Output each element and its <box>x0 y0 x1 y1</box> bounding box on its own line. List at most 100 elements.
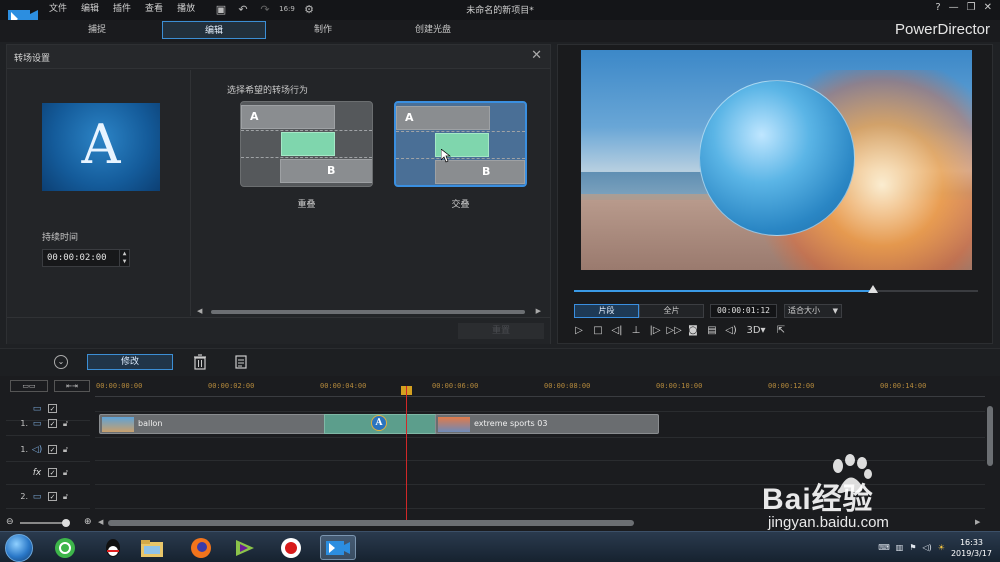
undock-icon[interactable]: ⇱ <box>774 323 788 337</box>
menu-playback[interactable]: 播放 <box>177 2 203 16</box>
transition-badge[interactable]: A <box>371 415 387 431</box>
split-marker-icon[interactable]: ⊥ <box>629 323 643 337</box>
menu-edit[interactable]: 编辑 <box>81 2 107 16</box>
clip-label: extreme sports 03 <box>474 419 548 428</box>
trash-icon[interactable] <box>193 354 207 370</box>
powerdirector-taskbar-icon[interactable] <box>320 535 356 560</box>
lock-icon[interactable]: 🔓︎ <box>61 419 70 429</box>
lock-icon[interactable]: 🔓︎ <box>61 445 70 455</box>
file-explorer-icon[interactable] <box>137 535 167 560</box>
option-cross[interactable]: A B <box>394 101 527 187</box>
tab-edit[interactable]: 编辑 <box>162 21 266 39</box>
track-enable-checkbox[interactable]: ✓ <box>48 419 57 428</box>
volume-icon[interactable]: ◁) <box>923 543 932 552</box>
menu-bar: 文件 编辑 插件 查看 播放 <box>49 2 209 16</box>
duration-input[interactable]: 00:00:02:00 ▲ ▼ <box>42 249 130 267</box>
undo-icon[interactable]: ↶ <box>235 1 251 17</box>
track-headers: ▭▭ ⇤⇥ ▭ ✓ 1. ▭ ✓ 🔓︎ 1. ◁) ✓ 🔓︎ fx ✓ 🔓︎ 2… <box>6 376 90 516</box>
zoom-slider[interactable] <box>20 522 68 524</box>
stop-icon[interactable]: □ <box>591 323 605 337</box>
track-enable-checkbox[interactable]: ✓ <box>48 492 57 501</box>
keyboard-icon[interactable]: ⌨ <box>878 543 890 552</box>
track-enable-checkbox[interactable]: ✓ <box>48 445 57 454</box>
audio-track-icon: ◁) <box>31 444 43 455</box>
scroll-left-icon[interactable]: ◀ <box>98 518 103 526</box>
snapshot-camera-icon[interactable]: ◙ <box>686 323 700 337</box>
menu-plugins[interactable]: 插件 <box>113 2 139 16</box>
menu-file[interactable]: 文件 <box>49 2 75 16</box>
timeline-horizontal-scrollbar[interactable] <box>108 520 634 526</box>
tab-clip[interactable]: 片段 <box>574 304 639 318</box>
menu-view[interactable]: 查看 <box>145 2 171 16</box>
track-view-toggle-icon[interactable]: ▭▭ <box>10 380 48 392</box>
close-icon[interactable]: ✕ <box>531 48 542 63</box>
clip-thumbnail <box>102 417 134 432</box>
preview-progress-bar[interactable] <box>574 285 978 293</box>
zoom-slider-knob[interactable] <box>62 519 70 527</box>
minimize-icon[interactable]: — <box>949 2 959 13</box>
chevron-down-icon: ▼ <box>832 307 838 315</box>
clock[interactable]: 16:33 2019/3/17 <box>951 537 992 559</box>
master-track-row <box>95 397 985 412</box>
redo-icon[interactable]: ↷ <box>257 1 273 17</box>
expand-chevron-icon[interactable]: ⌄ <box>54 355 68 369</box>
track-header-effects: fx ✓ 🔓︎ <box>6 461 90 485</box>
divider <box>396 131 525 132</box>
lock-icon[interactable]: 🔓︎ <box>61 492 70 502</box>
options-scrollbar[interactable]: ◀ ▶ <box>197 307 541 317</box>
previous-frame-icon[interactable]: ◁| <box>610 323 624 337</box>
reset-button[interactable]: 重置 <box>458 323 544 339</box>
progress-knob[interactable] <box>867 285 878 293</box>
firefox-icon[interactable] <box>186 535 216 560</box>
tab-produce[interactable]: 制作 <box>271 21 375 39</box>
timecode-display[interactable]: 00:00:01:12 <box>710 304 777 318</box>
clip-extreme-sports[interactable]: extreme sports 03 <box>435 414 659 434</box>
aspect-ratio-icon[interactable]: 16:9 <box>279 1 295 17</box>
flag-icon[interactable]: ⚑ <box>909 543 916 552</box>
modify-button[interactable]: 修改 <box>87 354 173 370</box>
ruler-tick-label: 00:00:08:00 <box>544 382 591 390</box>
tab-create-disc[interactable]: 创建光盘 <box>381 21 485 39</box>
scroll-right-icon[interactable]: ▶ <box>975 518 980 526</box>
zoom-fit-select[interactable]: 适合大小 ▼ <box>784 304 842 318</box>
help-icon[interactable]: ? <box>935 2 940 13</box>
tab-capture[interactable]: 捕捉 <box>45 21 149 39</box>
network-icon[interactable]: ▥ <box>896 543 904 552</box>
weather-icon[interactable]: ☀ <box>938 543 945 552</box>
clip-properties-icon[interactable] <box>234 354 248 370</box>
close-icon[interactable]: ✕ <box>984 2 992 13</box>
preview-letter: A <box>81 113 121 176</box>
volume-icon[interactable]: ◁) <box>724 323 738 337</box>
start-button-icon[interactable] <box>5 534 33 562</box>
timeline-vertical-scrollbar[interactable] <box>987 406 993 466</box>
play-icon[interactable]: ▷ <box>572 323 586 337</box>
duration-stepper[interactable]: ▲ ▼ <box>119 250 129 266</box>
settings-gear-icon[interactable]: ⚙ <box>301 1 317 17</box>
zoom-in-icon[interactable]: ⊕ <box>84 517 92 527</box>
recorder-icon[interactable] <box>276 535 306 560</box>
360-browser-icon[interactable] <box>50 535 80 560</box>
option-overlap[interactable]: A B <box>240 101 373 187</box>
3d-mode-button[interactable]: 3D ▾ <box>743 323 769 337</box>
timeline-cursor[interactable] <box>406 386 407 520</box>
subtitles-icon[interactable]: ▤ <box>705 323 719 337</box>
next-frame-icon[interactable]: |▷ <box>648 323 662 337</box>
zoom-out-icon[interactable]: ⊖ <box>6 517 14 527</box>
panel-header: 转场设置 ✕ <box>7 45 550 69</box>
qq-icon[interactable] <box>98 535 128 560</box>
video-track-icon: ▭ <box>32 491 42 502</box>
tab-movie[interactable]: 全片 <box>639 304 704 318</box>
option-cross-label: 交叠 <box>451 200 470 210</box>
scroll-right-icon[interactable]: ▶ <box>536 307 541 315</box>
fit-timeline-icon[interactable]: ⇤⇥ <box>54 380 90 392</box>
time-ruler[interactable]: 00:00:00:00 00:00:02:00 00:00:04:00 00:0… <box>95 379 985 397</box>
scroll-thumb[interactable] <box>211 310 525 314</box>
restore-icon[interactable]: ❐ <box>967 2 976 13</box>
media-app-icon[interactable] <box>230 535 260 560</box>
fast-forward-icon[interactable]: ▷▷ <box>666 323 681 337</box>
scroll-left-icon[interactable]: ◀ <box>197 307 202 315</box>
save-icon[interactable]: ▣ <box>213 1 229 17</box>
track-enable-checkbox[interactable]: ✓ <box>48 468 57 477</box>
lock-icon[interactable]: 🔓︎ <box>61 468 70 478</box>
window-controls: ? — ❐ ✕ <box>935 2 992 13</box>
